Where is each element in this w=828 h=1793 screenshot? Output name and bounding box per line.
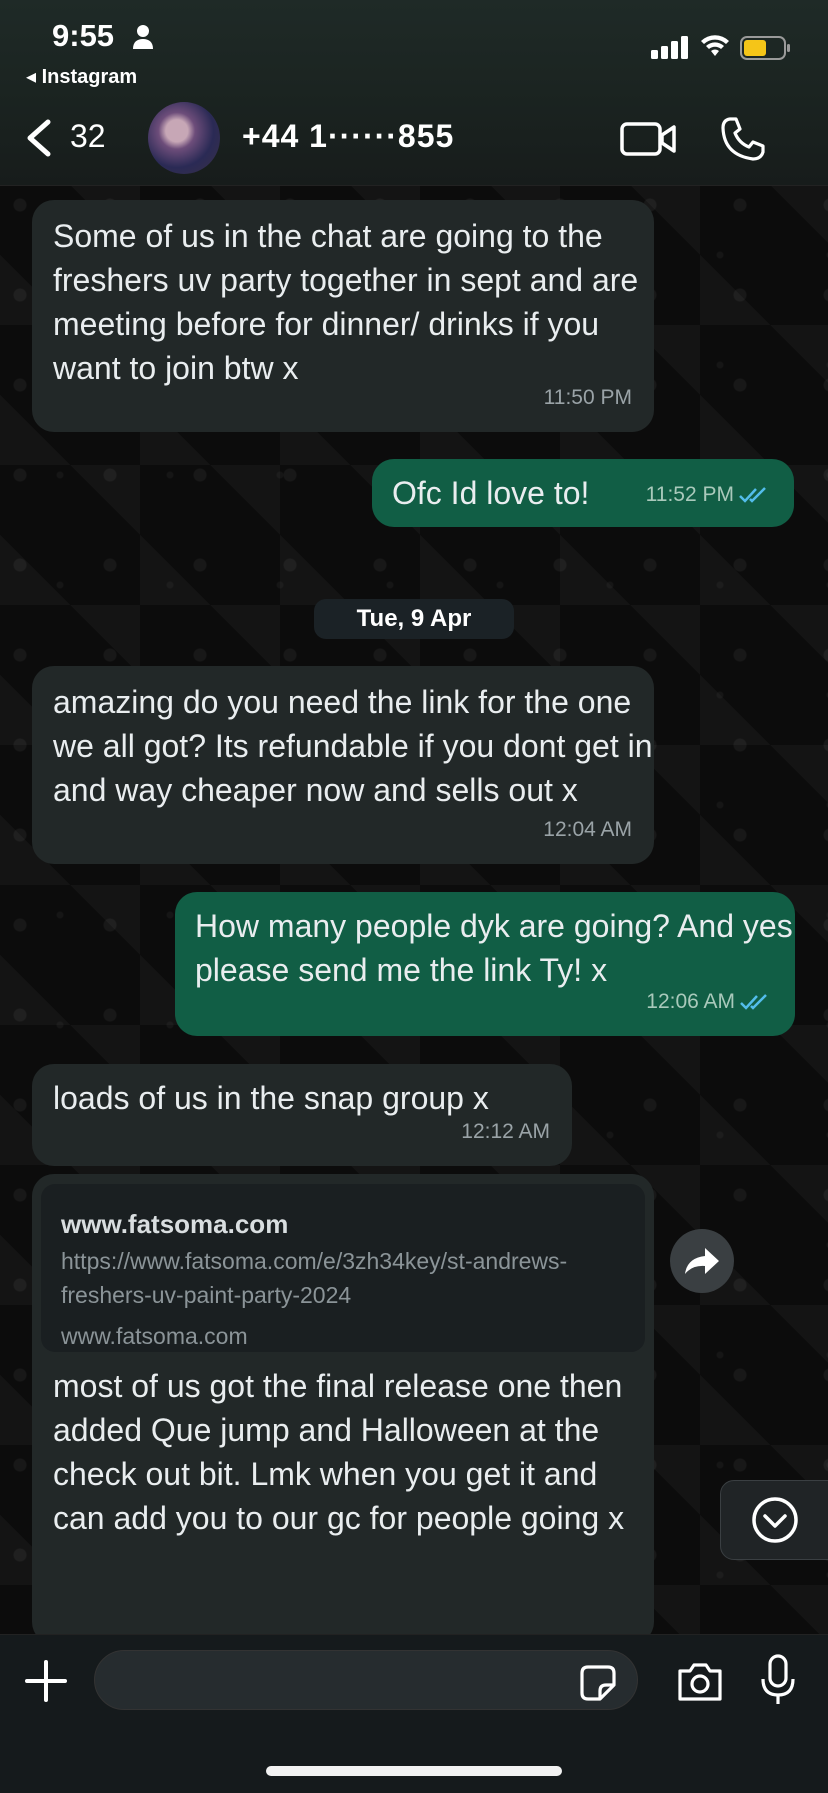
status-time: 9:55 [52, 18, 115, 53]
plus-icon[interactable] [24, 1659, 68, 1703]
home-indicator[interactable] [266, 1766, 562, 1776]
message-text: amazing do you need the link for the one… [53, 684, 653, 808]
back-to-app-link[interactable]: ◂ Instagram [26, 64, 137, 89]
forward-arrow-icon [685, 1248, 719, 1274]
contact-name[interactable]: +44 1······855 [242, 118, 454, 155]
back-chevron-icon[interactable] [22, 118, 56, 158]
chat-header: 32 +44 1······855 [0, 90, 828, 186]
sticker-icon[interactable] [578, 1663, 618, 1703]
link-preview-url[interactable]: https://www.fatsoma.com/e/3zh34key/st-an… [61, 1244, 621, 1312]
chevron-down-circle-icon [752, 1497, 798, 1543]
message-input[interactable] [94, 1650, 638, 1710]
link-preview-card[interactable]: www.fatsoma.com https://www.fatsoma.com/… [41, 1184, 645, 1352]
contact-avatar[interactable] [148, 102, 220, 174]
message-incoming[interactable]: loads of us in the snap group x 12:12 AM [32, 1064, 572, 1166]
status-bar: 9:55 ◂ Instagram [0, 0, 828, 90]
signal-icon [651, 36, 688, 59]
read-ticks-icon [740, 994, 767, 1010]
message-time: 12:04 AM [543, 818, 632, 841]
wifi-icon [701, 35, 729, 56]
phone-call-icon[interactable] [720, 116, 766, 162]
message-incoming[interactable]: amazing do you need the link for the one… [32, 666, 654, 864]
video-call-icon[interactable] [620, 120, 676, 158]
message-time: 12:12 AM [461, 1120, 550, 1143]
read-ticks-icon [739, 487, 766, 503]
scroll-to-bottom-button[interactable] [720, 1480, 828, 1560]
link-preview-site: www.fatsoma.com [61, 1323, 248, 1349]
message-text: How many people dyk are going? And yes p… [195, 908, 793, 988]
message-time: 11:50 PM [543, 386, 632, 409]
battery-icon [740, 36, 790, 60]
camera-icon[interactable] [676, 1659, 724, 1703]
message-outgoing[interactable]: How many people dyk are going? And yes p… [175, 892, 795, 1036]
link-preview-domain: www.fatsoma.com [61, 1209, 289, 1239]
person-icon [133, 25, 153, 49]
unread-count[interactable]: 32 [70, 118, 106, 155]
forward-button[interactable] [670, 1229, 734, 1293]
message-outgoing[interactable]: Ofc Id love to! 11:52 PM [372, 459, 794, 527]
microphone-icon[interactable] [760, 1653, 796, 1707]
message-time: 12:06 AM [646, 980, 773, 1024]
message-text: Some of us in the chat are going to the … [53, 218, 639, 386]
date-separator: Tue, 9 Apr [314, 599, 514, 639]
message-incoming[interactable]: Some of us in the chat are going to the … [32, 200, 654, 432]
message-text: most of us got the final release one the… [53, 1368, 625, 1536]
message-incoming-with-link[interactable]: www.fatsoma.com https://www.fatsoma.com/… [32, 1174, 654, 1644]
message-time: 11:52 PM [646, 473, 772, 517]
